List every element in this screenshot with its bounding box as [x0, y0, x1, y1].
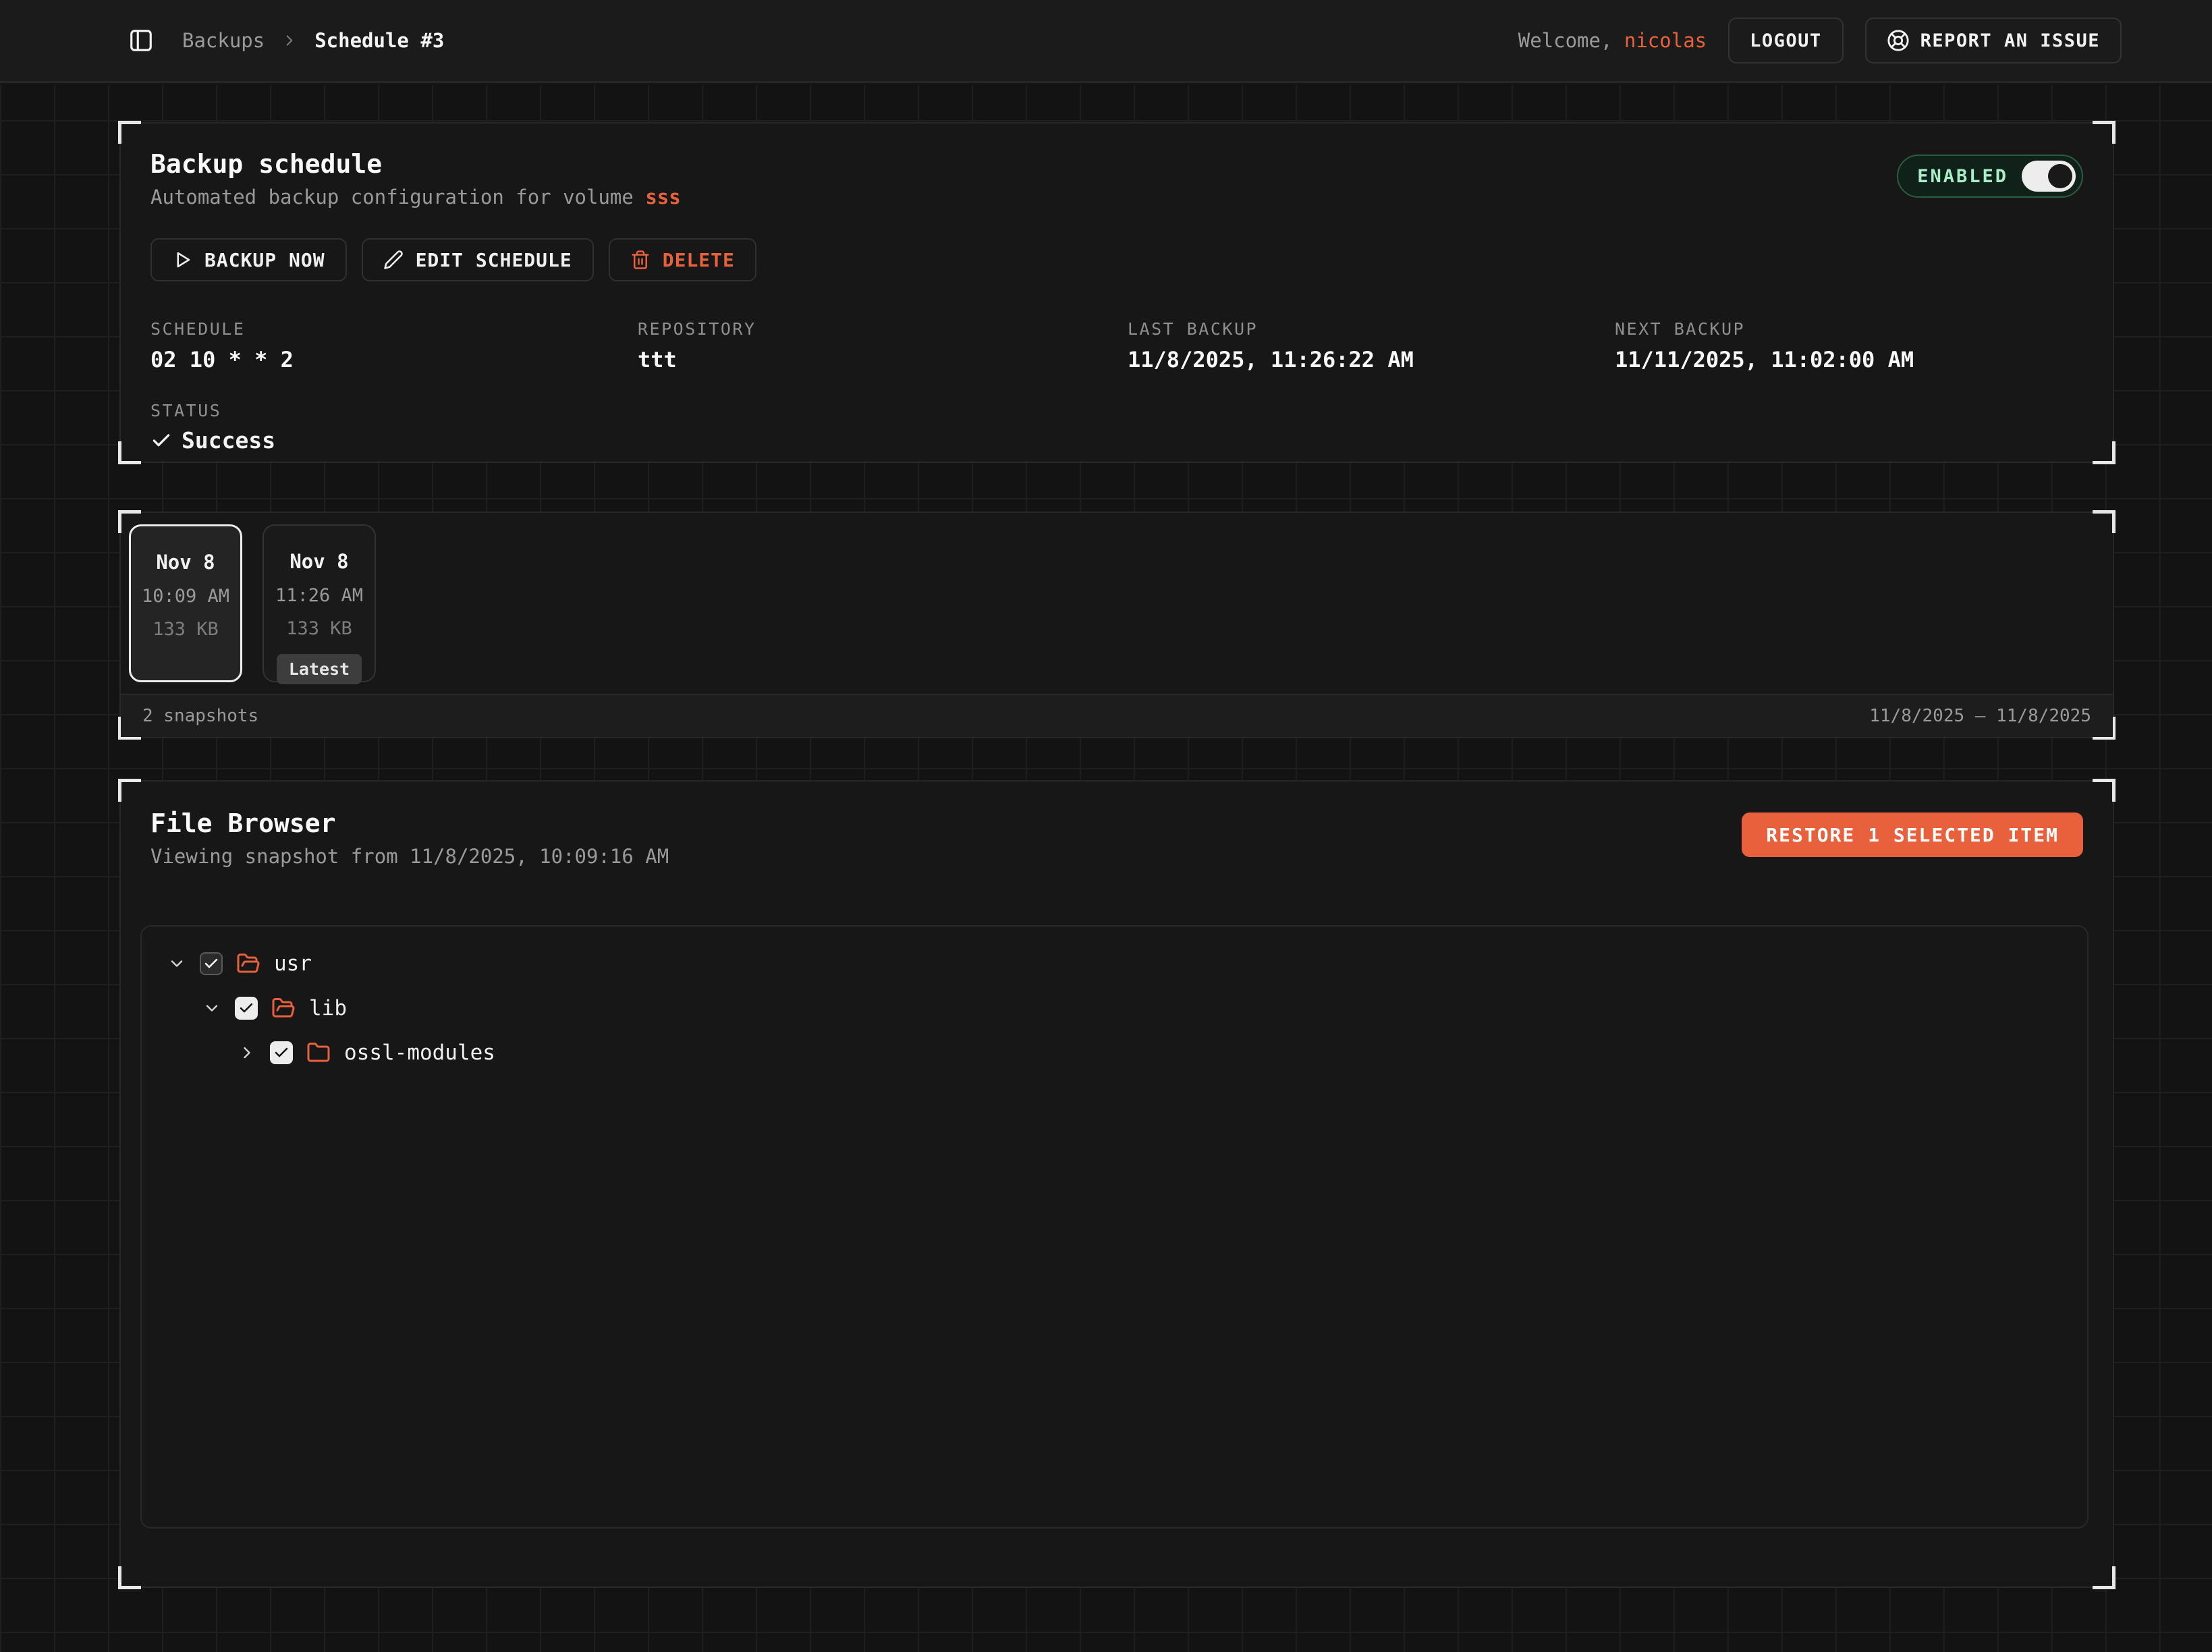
field-value: 11/11/2025, 11:02:00 AM [1615, 347, 2083, 373]
field-label: LAST BACKUP [1128, 319, 1615, 339]
folder-open-icon [271, 996, 296, 1020]
corner-bracket [2093, 1566, 2116, 1589]
backup-schedule-card: Backup schedule Automated backup configu… [119, 122, 2114, 463]
restore-button[interactable]: RESTORE 1 SELECTED ITEM [1742, 813, 2083, 857]
breadcrumb-section[interactable]: Backups [182, 29, 265, 52]
trash-icon [630, 250, 651, 270]
enabled-toggle-label: ENABLED [1917, 166, 2008, 187]
snapshot-time: 10:09 AM [142, 586, 229, 607]
schedule-card-title: Backup schedule [150, 149, 681, 179]
delete-label: DELETE [663, 249, 735, 271]
field-label: REPOSITORY [638, 319, 1128, 339]
enabled-toggle[interactable]: ENABLED [1897, 155, 2083, 198]
latest-badge: Latest [277, 654, 362, 684]
snapshot-size: 133 KB [153, 619, 219, 640]
toggle-switch[interactable] [2022, 161, 2076, 192]
tree-row-ossl-modules[interactable]: ossl-modules [142, 1030, 2087, 1075]
corner-bracket [118, 1566, 141, 1589]
snapshot-date-range: 11/8/2025 – 11/8/2025 [1869, 706, 2091, 726]
checkbox-mixed[interactable] [200, 952, 223, 975]
field-label: SCHEDULE [150, 319, 638, 339]
checkbox-checked[interactable] [270, 1041, 293, 1064]
status-block: STATUS Success [121, 401, 2113, 453]
tree-label: lib [309, 996, 347, 1020]
folder-icon [306, 1041, 331, 1065]
snapshot-card-selected[interactable]: Nov 8 10:09 AM 133 KB [129, 524, 242, 682]
field-value: 02 10 * * 2 [150, 347, 638, 373]
file-browser-title: File Browser [150, 808, 669, 838]
pencil-icon [383, 250, 404, 270]
logout-button[interactable]: LOGOUT [1728, 18, 1844, 63]
snapshot-date: Nov 8 [289, 550, 348, 573]
breadcrumb-current: Schedule #3 [314, 29, 444, 52]
field-next-backup: NEXT BACKUP 11/11/2025, 11:02:00 AM [1615, 319, 2083, 373]
snapshot-card[interactable]: Nov 8 11:26 AM 133 KB Latest [262, 524, 376, 682]
panel-left-icon [128, 28, 154, 53]
welcome-text: Welcome, nicolas [1518, 29, 1707, 52]
tree-label: ossl-modules [344, 1041, 495, 1065]
volume-name: sss [645, 186, 680, 209]
delete-button[interactable]: DELETE [609, 238, 756, 281]
lifebuoy-icon [1887, 29, 1910, 52]
field-value: ttt [638, 347, 1128, 373]
restore-button-label: RESTORE 1 SELECTED ITEM [1766, 824, 2059, 846]
schedule-card-subtitle: Automated backup configuration for volum… [150, 186, 681, 209]
report-issue-label: REPORT AN ISSUE [1920, 30, 2100, 51]
logout-button-label: LOGOUT [1750, 30, 1822, 51]
field-schedule: SCHEDULE 02 10 * * 2 [150, 319, 638, 373]
backup-now-button[interactable]: BACKUP NOW [150, 238, 347, 281]
play-icon [172, 250, 192, 270]
file-browser-subtitle: Viewing snapshot from 11/8/2025, 10:09:1… [150, 845, 669, 868]
file-browser-card: File Browser Viewing snapshot from 11/8/… [119, 780, 2114, 1588]
edit-schedule-button[interactable]: EDIT SCHEDULE [362, 238, 594, 281]
folder-open-icon [236, 952, 260, 976]
snapshots-footer: 2 snapshots 11/8/2025 – 11/8/2025 [121, 694, 2113, 737]
snapshot-date: Nov 8 [156, 551, 215, 574]
snapshots-card: Nov 8 10:09 AM 133 KB Nov 8 11:26 AM 133… [119, 512, 2114, 738]
tree-row-lib[interactable]: lib [142, 986, 2087, 1030]
check-icon [150, 430, 172, 451]
chevron-down-icon[interactable] [167, 954, 186, 973]
chevron-right-icon[interactable] [238, 1043, 256, 1062]
username: nicolas [1624, 29, 1707, 52]
field-value: 11/8/2025, 11:26:22 AM [1128, 347, 1615, 373]
checkbox-checked[interactable] [235, 997, 258, 1020]
status-label: STATUS [150, 401, 2083, 420]
chevron-down-icon[interactable] [202, 999, 221, 1018]
breadcrumb: Backups Schedule #3 [182, 29, 444, 52]
tree-label: usr [274, 952, 312, 976]
snapshot-count: 2 snapshots [142, 706, 258, 726]
sidebar-toggle-button[interactable] [128, 27, 155, 54]
status-value: Success [182, 427, 275, 453]
field-label: NEXT BACKUP [1615, 319, 2083, 339]
report-issue-button[interactable]: REPORT AN ISSUE [1865, 18, 2122, 63]
chevron-right-icon [281, 32, 298, 49]
field-last-backup: LAST BACKUP 11/8/2025, 11:26:22 AM [1128, 319, 1615, 373]
backup-now-label: BACKUP NOW [204, 249, 325, 271]
edit-schedule-label: EDIT SCHEDULE [416, 249, 572, 271]
app-header: Backups Schedule #3 Welcome, nicolas LOG… [0, 0, 2212, 83]
snapshot-time: 11:26 AM [275, 585, 363, 606]
field-repository: REPOSITORY ttt [638, 319, 1128, 373]
toggle-knob [2048, 164, 2072, 188]
tree-row-usr[interactable]: usr [142, 941, 2087, 986]
snapshot-size: 133 KB [286, 618, 352, 639]
file-tree: usr lib ossl-modules [140, 925, 2089, 1529]
